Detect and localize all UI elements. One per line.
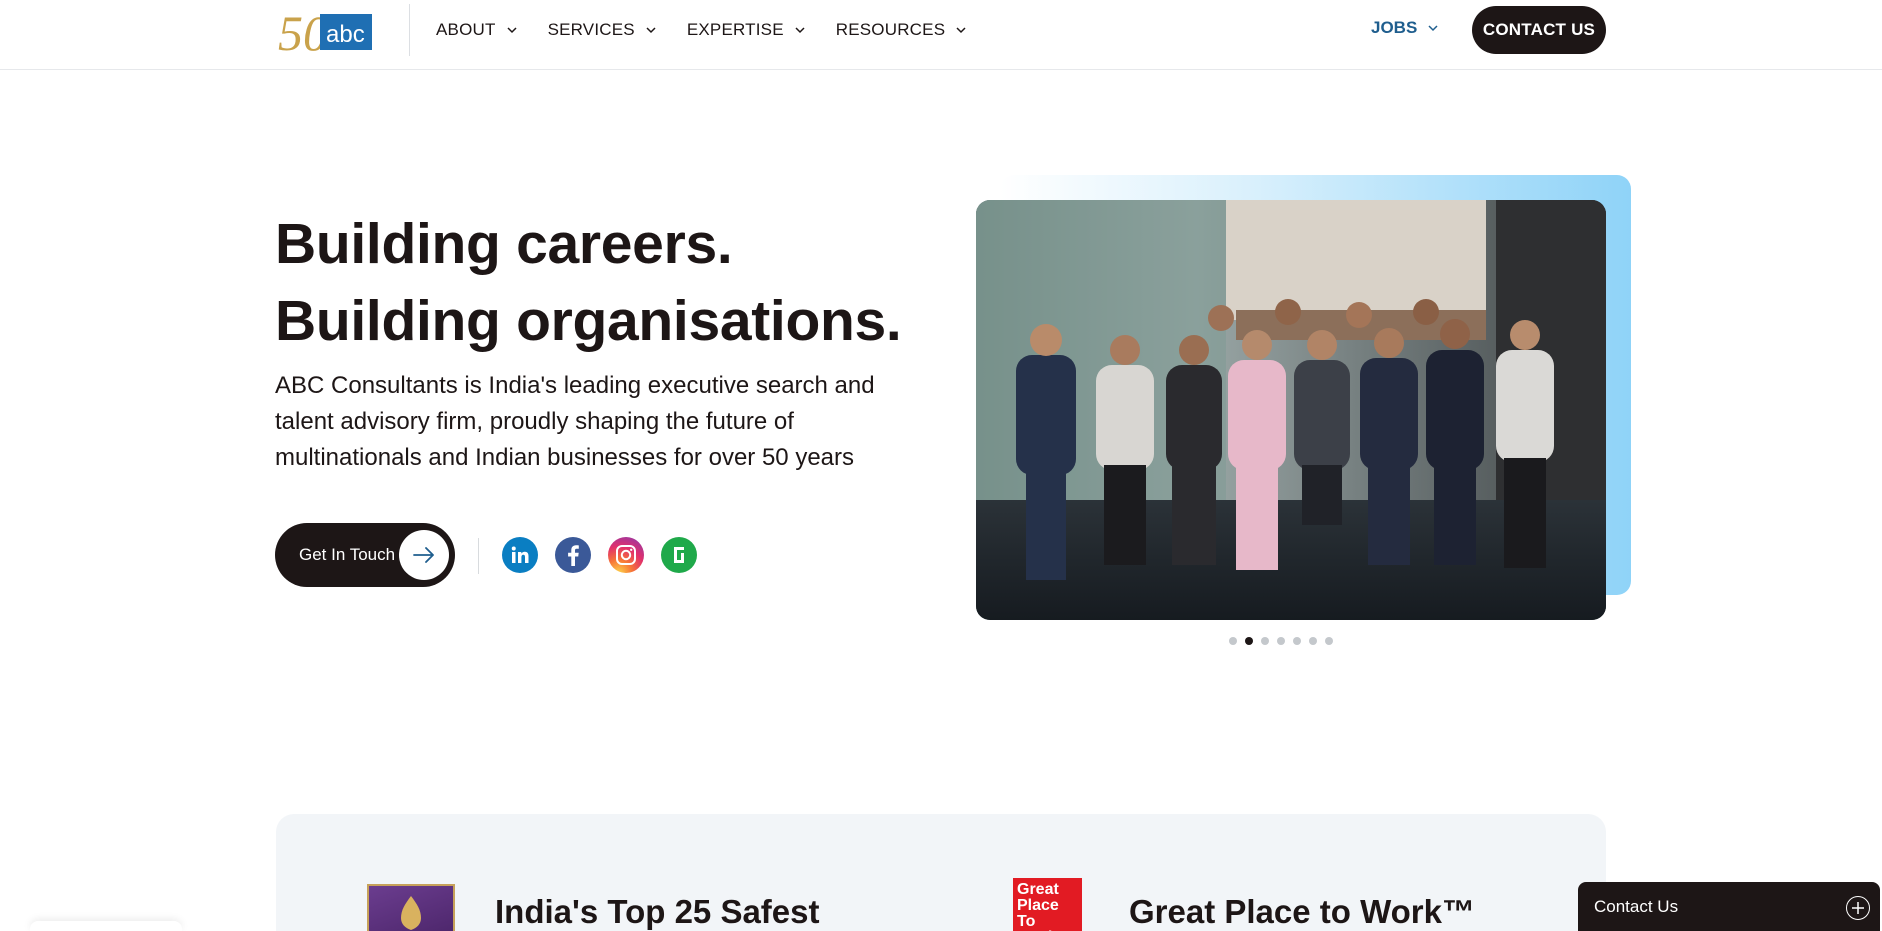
nav-services[interactable]: SERVICES	[548, 18, 657, 42]
nav-jobs[interactable]: JOBS	[1371, 18, 1439, 38]
nav-jobs-label: JOBS	[1371, 18, 1418, 37]
hero-title-line1: Building careers.	[275, 212, 733, 276]
facebook-icon[interactable]	[555, 537, 591, 573]
floating-contact-widget[interactable]: Contact Us	[1578, 882, 1880, 931]
nav-resources-label: RESOURCES	[835, 20, 946, 39]
social-divider	[478, 538, 479, 574]
award-title-safest: India's Top 25 Safest	[495, 893, 820, 930]
team-photo	[976, 200, 1606, 620]
chevron-down-icon	[795, 27, 805, 34]
abc-logo[interactable]: 50 abc	[276, 2, 376, 61]
gptw-badge: Great Place To Work	[1013, 878, 1082, 931]
chevron-down-icon	[646, 27, 656, 34]
arrow-right-icon	[399, 530, 449, 580]
nav-expertise-label: EXPERTISE	[686, 20, 784, 39]
instagram-icon[interactable]	[608, 537, 644, 573]
logo-divider	[409, 4, 410, 56]
carousel-dot[interactable]	[1277, 637, 1285, 645]
glassdoor-icon[interactable]	[661, 537, 697, 573]
chevron-down-icon	[1428, 25, 1438, 32]
floating-contact-label: Contact Us	[1594, 896, 1679, 916]
hero-title: Building careers. Building organisations…	[275, 206, 902, 360]
get-in-touch-button[interactable]: Get In Touch	[275, 523, 455, 587]
nav-about-label: ABOUT	[436, 20, 496, 39]
nav-services-label: SERVICES	[547, 20, 635, 39]
carousel-dot[interactable]	[1325, 637, 1333, 645]
carousel-dot[interactable]	[1229, 637, 1237, 645]
carousel-dot-active[interactable]	[1245, 637, 1253, 645]
carousel-dot[interactable]	[1293, 637, 1301, 645]
carousel-dot[interactable]	[1261, 637, 1269, 645]
chevron-down-icon	[507, 27, 517, 34]
site-header: 50 abc ABOUT SERVICES EXPERTISE RESOURCE…	[0, 0, 1882, 70]
svg-text:abc: abc	[326, 21, 365, 48]
carousel-dot[interactable]	[1309, 637, 1317, 645]
plus-icon	[1846, 896, 1870, 920]
get-in-touch-label: Get In Touch	[299, 545, 396, 564]
nav-resources[interactable]: RESOURCES	[836, 18, 968, 42]
left-floating-widget[interactable]	[30, 921, 182, 931]
hero-description: ABC Consultants is India's leading execu…	[275, 372, 875, 471]
main-nav: ABOUT SERVICES EXPERTISE RESOURCES	[436, 18, 997, 42]
hero-title-line2: Building organisations.	[275, 289, 902, 353]
chevron-down-icon	[956, 27, 966, 34]
award-title-gptw: Great Place to Work™	[1129, 893, 1476, 930]
linkedin-icon[interactable]	[502, 537, 538, 573]
carousel-dots	[1229, 637, 1333, 645]
safest-award-badge	[367, 884, 455, 931]
contact-us-button[interactable]: CONTACT US	[1472, 6, 1606, 54]
nav-about[interactable]: ABOUT	[436, 18, 518, 42]
nav-expertise[interactable]: EXPERTISE	[687, 18, 806, 42]
